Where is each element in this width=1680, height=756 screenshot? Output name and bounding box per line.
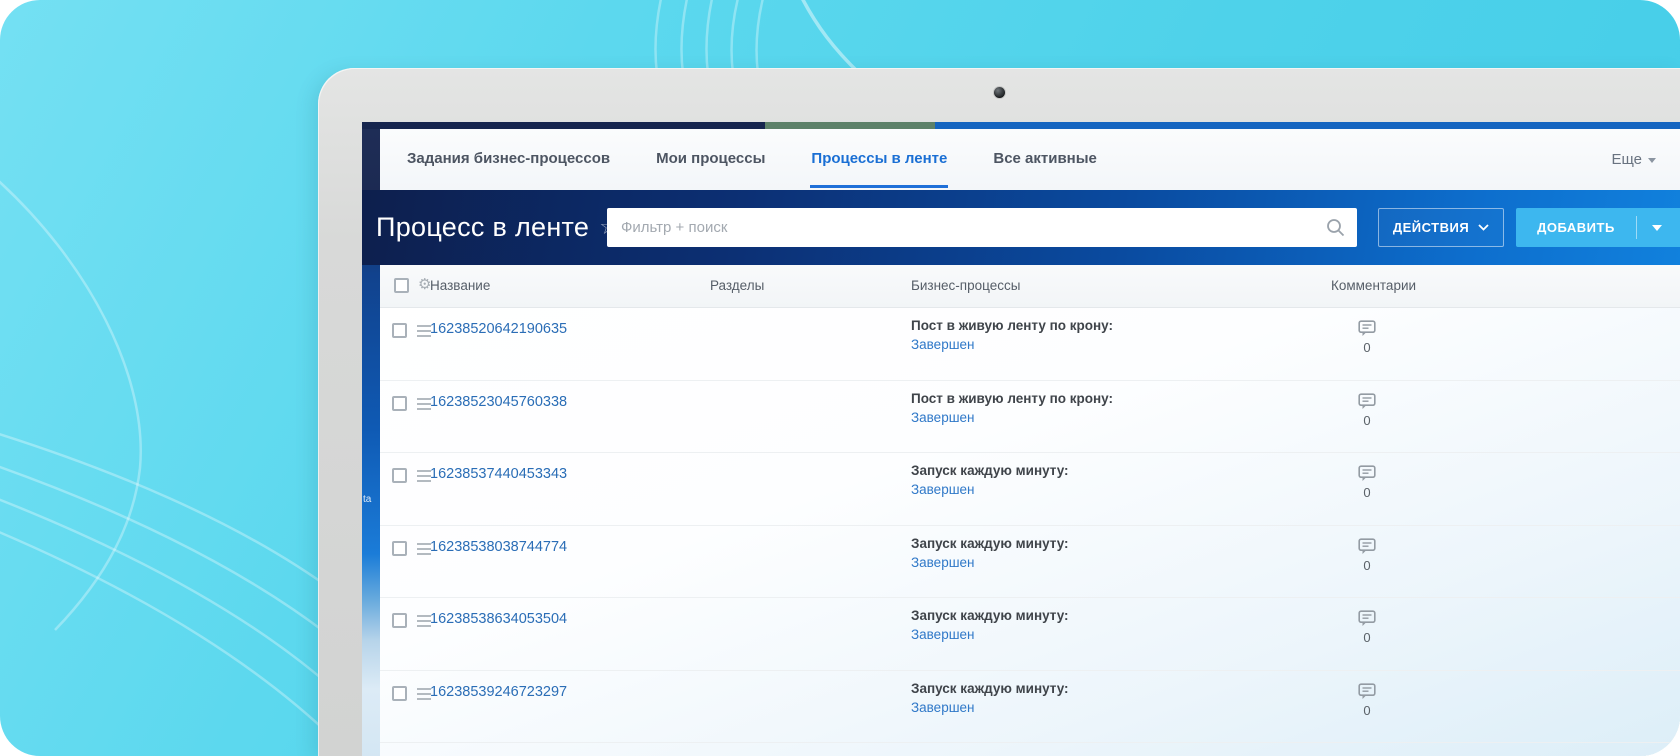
sidebar-text-fragment: ta — [363, 494, 372, 505]
business-process-cell: Запуск каждую минуту: Завершен — [911, 608, 1069, 642]
comment-bubble-icon[interactable] — [1358, 320, 1376, 337]
comment-bubble-icon[interactable] — [1358, 682, 1376, 700]
chevron-down-icon — [1478, 224, 1489, 231]
grid-rows: 16238520642190635 Пост в живую ленту по … — [380, 308, 1680, 756]
comment-count: 0 — [1363, 485, 1371, 500]
business-process-status-link[interactable]: Завершен — [911, 627, 1069, 642]
tab-business-process-tasks[interactable]: Задания бизнес-процессов — [384, 129, 633, 190]
tab-more-menu[interactable]: Еще — [1611, 129, 1656, 190]
business-process-status-link[interactable]: Завершен — [911, 337, 1113, 352]
table-row: 16238523045760338 Пост в живую ленту по … — [380, 381, 1680, 453]
actions-button[interactable]: ДЕЙСТВИЯ — [1378, 208, 1504, 247]
business-process-cell: Запуск каждую минуту: Завершен — [911, 536, 1069, 570]
webcam-icon — [994, 87, 1005, 98]
comment-bubble-icon[interactable] — [1358, 392, 1376, 410]
business-process-name: Пост в живую ленту по крону: — [911, 390, 1113, 406]
add-dropdown-toggle[interactable] — [1637, 224, 1677, 231]
page-background: ta Задания бизнес-процессов Мои процессы… — [0, 0, 1680, 756]
business-process-name: Запуск каждую минуту: — [911, 535, 1069, 551]
comment-count: 0 — [1363, 702, 1371, 718]
row-menu-icon[interactable] — [417, 325, 431, 337]
row-checkbox[interactable] — [392, 395, 407, 411]
row-menu-icon[interactable] — [417, 615, 431, 627]
comment-count: 0 — [1363, 412, 1371, 428]
page-header: Процесс в ленте ☆ ДЕЙСТВИЯ ДОБАВИТЬ — [362, 190, 1680, 265]
search-input[interactable] — [607, 208, 1357, 247]
comments-cell: 0 — [1331, 682, 1403, 718]
process-name-link[interactable]: 16238538634053504 — [430, 611, 567, 627]
business-process-cell: Пост в живую ленту по крону: Завершен — [911, 318, 1113, 352]
row-menu-icon[interactable] — [417, 687, 431, 700]
tab-processes-in-feed[interactable]: Процессы в ленте — [788, 129, 970, 190]
caret-down-icon — [1652, 224, 1662, 231]
top-strip-navy — [362, 122, 765, 129]
row-menu-icon[interactable] — [417, 542, 431, 555]
comment-count: 0 — [1363, 340, 1371, 355]
business-process-name: Запуск каждую минуту: — [911, 680, 1069, 696]
screen-top-strip — [362, 122, 1680, 129]
row-checkbox[interactable] — [392, 323, 407, 338]
business-process-cell: Запуск каждую минуту: Завершен — [911, 681, 1069, 715]
comments-cell: 0 — [1331, 610, 1403, 645]
business-process-cell: Пост в живую ленту по крону: Завершен — [911, 391, 1113, 425]
process-grid: ⚙ Название Разделы Бизнес-процессы Комме… — [380, 265, 1680, 756]
tab-all-active[interactable]: Все активные — [970, 129, 1120, 190]
add-button[interactable]: ДОБАВИТЬ — [1516, 208, 1680, 247]
business-process-status-link[interactable]: Завершен — [911, 700, 1069, 715]
table-row: 16238520642190635 Пост в живую ленту по … — [380, 308, 1680, 381]
comment-count: 0 — [1363, 557, 1371, 573]
process-name-link[interactable]: 16238537440453343 — [430, 466, 567, 482]
comments-cell: 0 — [1331, 392, 1403, 428]
top-strip-blue — [935, 122, 1680, 129]
comments-cell: 0 — [1331, 320, 1403, 355]
page-title: Процесс в ленте — [376, 212, 590, 242]
table-row: 16238539246723297 Запуск каждую минуту: … — [380, 671, 1680, 743]
column-name[interactable]: Название — [430, 278, 490, 293]
business-process-name: Запуск каждую минуту: — [911, 608, 1069, 623]
process-name-link[interactable]: 16238539246723297 — [430, 684, 567, 700]
select-all-checkbox[interactable] — [394, 278, 409, 293]
search-icon[interactable] — [1326, 218, 1345, 237]
table-row: 16238538038744774 Запуск каждую минуту: … — [380, 526, 1680, 598]
process-name-link[interactable]: 16238538038744774 — [430, 539, 567, 555]
process-name-link[interactable]: 16238523045760338 — [430, 394, 567, 410]
row-menu-icon[interactable] — [417, 470, 431, 482]
column-comments[interactable]: Комментарии — [1331, 278, 1416, 293]
grid-header-row: ⚙ Название Разделы Бизнес-процессы Комме… — [380, 265, 1680, 308]
laptop-frame: ta Задания бизнес-процессов Мои процессы… — [318, 68, 1680, 756]
table-row: 16238537440453343 Запуск каждую минуту: … — [380, 453, 1680, 526]
row-menu-icon[interactable] — [417, 397, 431, 410]
column-sections[interactable]: Разделы — [710, 278, 764, 293]
table-row: 16238538634053504 Запуск каждую минуту: … — [380, 598, 1680, 671]
business-process-name: Запуск каждую минуту: — [911, 463, 1069, 478]
process-tabs-bar: Задания бизнес-процессов Мои процессы Пр… — [380, 129, 1680, 190]
tab-my-processes[interactable]: Мои процессы — [633, 129, 788, 190]
app-screen: ta Задания бизнес-процессов Мои процессы… — [362, 122, 1680, 756]
process-name-link[interactable]: 16238520642190635 — [430, 321, 567, 337]
comment-bubble-icon[interactable] — [1358, 537, 1376, 555]
business-process-status-link[interactable]: Завершен — [911, 555, 1069, 570]
comments-cell: 0 — [1331, 537, 1403, 573]
chevron-down-icon — [1648, 158, 1656, 163]
row-checkbox[interactable] — [392, 468, 407, 483]
filter-search-box — [607, 208, 1357, 247]
business-process-status-link[interactable]: Завершен — [911, 410, 1113, 425]
business-process-cell: Запуск каждую минуту: Завершен — [911, 463, 1069, 497]
column-processes[interactable]: Бизнес-процессы — [911, 278, 1020, 293]
comment-count: 0 — [1363, 630, 1371, 645]
row-checkbox[interactable] — [392, 540, 407, 556]
comments-cell: 0 — [1331, 465, 1403, 500]
row-checkbox[interactable] — [392, 685, 407, 701]
top-strip-green — [765, 122, 935, 129]
business-process-status-link[interactable]: Завершен — [911, 482, 1069, 497]
comment-bubble-icon[interactable] — [1358, 465, 1376, 482]
comment-bubble-icon[interactable] — [1358, 610, 1376, 627]
row-checkbox[interactable] — [392, 613, 407, 628]
business-process-name: Пост в живую ленту по крону: — [911, 318, 1113, 333]
